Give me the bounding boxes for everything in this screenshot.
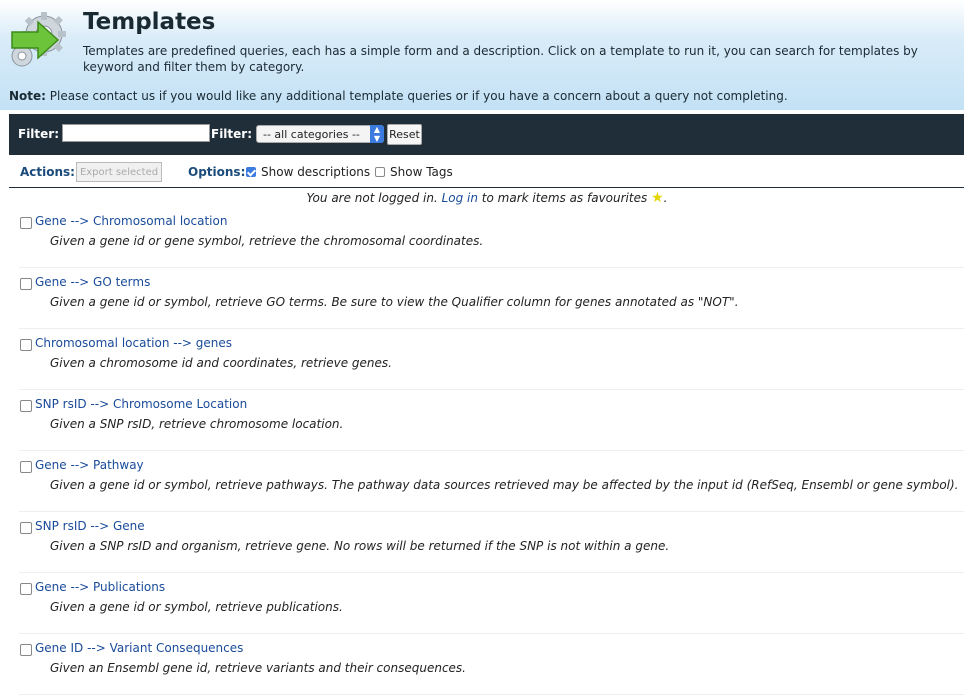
template-link[interactable]: Gene --> Pathway — [35, 458, 144, 472]
login-suffix: to mark items as favourites — [477, 191, 648, 205]
template-row: Gene --> GO terms Given a gene id or symb… — [19, 268, 964, 329]
show-descriptions-label: Show descriptions — [261, 165, 371, 179]
template-row: SNP rsID --> Chromosome Location Given a … — [19, 390, 964, 451]
reset-button[interactable]: Reset — [387, 124, 422, 145]
category-filter-label: Filter: — [211, 127, 253, 141]
template-row: SNP rsID --> Gene Given a SNP rsID and or… — [19, 512, 964, 573]
template-description: Given a gene id or symbol, retrieve GO t… — [50, 295, 739, 309]
template-link[interactable]: SNP rsID --> Chromosome Location — [35, 397, 247, 411]
filter-bar: Filter: Filter: -- all categories -- ▲ ▼ … — [9, 114, 964, 155]
show-tags-option[interactable]: Show Tags — [375, 165, 453, 179]
template-checkbox[interactable] — [20, 522, 32, 534]
show-descriptions-option[interactable]: Show descriptions — [246, 165, 370, 179]
template-checkbox[interactable] — [20, 461, 32, 473]
note-label: Note: — [9, 89, 46, 103]
actions-bar: Actions: Export selected Options: Show d… — [9, 155, 964, 188]
template-row: Gene ID --> Variant Consequences Given an… — [19, 634, 964, 695]
template-link[interactable]: SNP rsID --> Gene — [35, 519, 145, 533]
template-link[interactable]: Gene --> GO terms — [35, 275, 150, 289]
template-description: Given a gene id or symbol, retrieve publ… — [50, 600, 343, 614]
page-header: Templates Templates are predefined queri… — [0, 0, 964, 110]
template-link[interactable]: Gene ID --> Variant Consequences — [35, 641, 243, 655]
login-message: You are not logged in. Log in to mark it… — [0, 190, 964, 206]
favourite-star-icon: ★ — [651, 190, 664, 206]
template-row: Gene --> Chromosomal location Given a gen… — [19, 207, 964, 268]
template-link[interactable]: Gene --> Chromosomal location — [35, 214, 227, 228]
template-description: Given a gene id or gene symbol, retrieve… — [50, 234, 484, 248]
template-description: Given a chromosome id and coordinates, r… — [50, 356, 392, 370]
filter-label: Filter: — [18, 127, 60, 141]
note-text: Note: Please contact us if you would lik… — [9, 89, 788, 103]
note-body: Please contact us if you would like any … — [45, 89, 788, 103]
template-link[interactable]: Gene --> Publications — [35, 580, 165, 594]
template-row: Gene --> Pathway Given a gene id or symbo… — [19, 451, 964, 512]
login-prefix: You are not logged in. — [306, 191, 442, 205]
login-link[interactable]: Log in — [442, 191, 478, 205]
login-end: . — [663, 191, 668, 205]
category-select-value: -- all categories -- — [263, 128, 360, 141]
template-checkbox[interactable] — [20, 217, 32, 229]
template-description: Given a SNP rsID and organism, retrieve … — [50, 539, 670, 553]
page-description: Templates are predefined queries, each h… — [83, 44, 918, 74]
template-description: Given a SNP rsID, retrieve chromosome lo… — [50, 417, 344, 431]
category-select[interactable]: -- all categories -- ▲ ▼ — [256, 125, 384, 143]
template-checkbox[interactable] — [20, 644, 32, 656]
page-title: Templates — [83, 9, 216, 35]
template-checkbox[interactable] — [20, 583, 32, 595]
options-label: Options: — [188, 165, 246, 179]
export-selected-button[interactable]: Export selected — [76, 162, 162, 182]
show-tags-label: Show Tags — [390, 165, 453, 179]
template-checkbox[interactable] — [20, 400, 32, 412]
template-checkbox[interactable] — [20, 278, 32, 290]
templates-gear-arrow-icon — [11, 12, 66, 67]
show-tags-checkbox[interactable] — [375, 167, 385, 177]
show-descriptions-checkbox[interactable] — [246, 167, 256, 177]
template-description: Given an Ensembl gene id, retrieve varia… — [50, 661, 466, 675]
template-row: Gene --> Publications Given a gene id or … — [19, 573, 964, 634]
template-link[interactable]: Chromosomal location --> genes — [35, 336, 232, 350]
template-checkbox[interactable] — [20, 339, 32, 351]
template-description: Given a gene id or symbol, retrieve path… — [50, 478, 959, 492]
select-arrows-icon: ▲ ▼ — [370, 125, 384, 143]
template-row: Chromosomal location --> genes Given a ch… — [19, 329, 964, 390]
filter-input[interactable] — [62, 124, 210, 142]
actions-label: Actions: — [20, 165, 75, 179]
